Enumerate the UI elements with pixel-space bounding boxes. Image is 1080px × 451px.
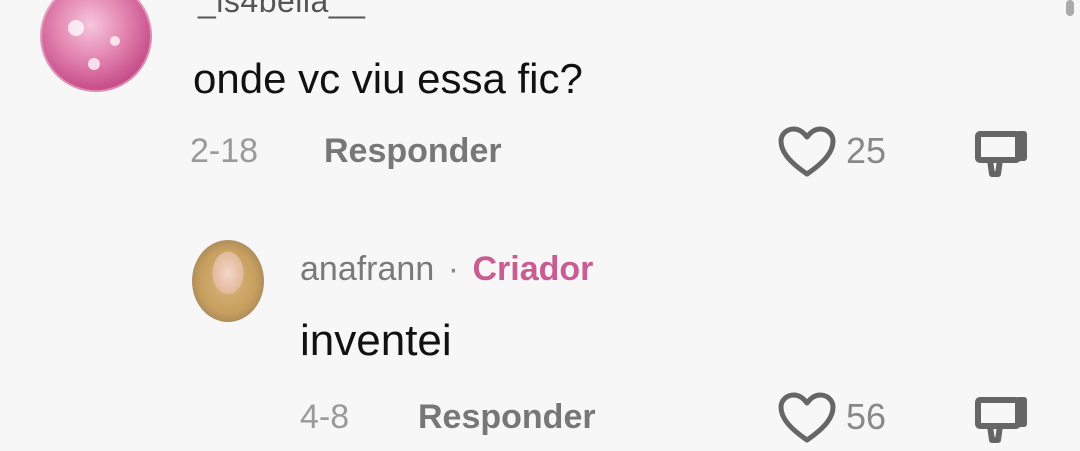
comment-username[interactable]: _is4bella__ — [198, 0, 365, 20]
reply-date: 4-8 — [300, 398, 350, 436]
reply-button[interactable]: Responder — [324, 132, 502, 171]
thumbs-down-icon[interactable] — [972, 128, 1032, 185]
avatar[interactable] — [40, 0, 152, 92]
like-count: 56 — [846, 396, 887, 437]
reply-username[interactable]: anafrann — [300, 250, 434, 288]
creator-badge: Criador — [472, 250, 594, 288]
heart-icon[interactable] — [778, 392, 836, 449]
thumbs-down-icon[interactable] — [972, 394, 1032, 451]
reply-header: anafrann · Criador — [300, 250, 593, 289]
reply-button[interactable]: Responder — [418, 398, 596, 437]
comment-date: 2-18 — [190, 132, 259, 170]
avatar-sparkle — [110, 36, 120, 46]
comment-text: onde vc viu essa fic? — [193, 55, 583, 102]
heart-icon[interactable] — [778, 126, 836, 183]
separator-dot: · — [447, 250, 460, 288]
avatar[interactable] — [192, 240, 264, 322]
scroll-indicator[interactable] — [1066, 0, 1074, 16]
like-count: 25 — [846, 130, 887, 171]
avatar-sparkle — [88, 58, 100, 70]
reply-text: inventei — [300, 316, 452, 365]
avatar-sparkle — [68, 20, 84, 36]
